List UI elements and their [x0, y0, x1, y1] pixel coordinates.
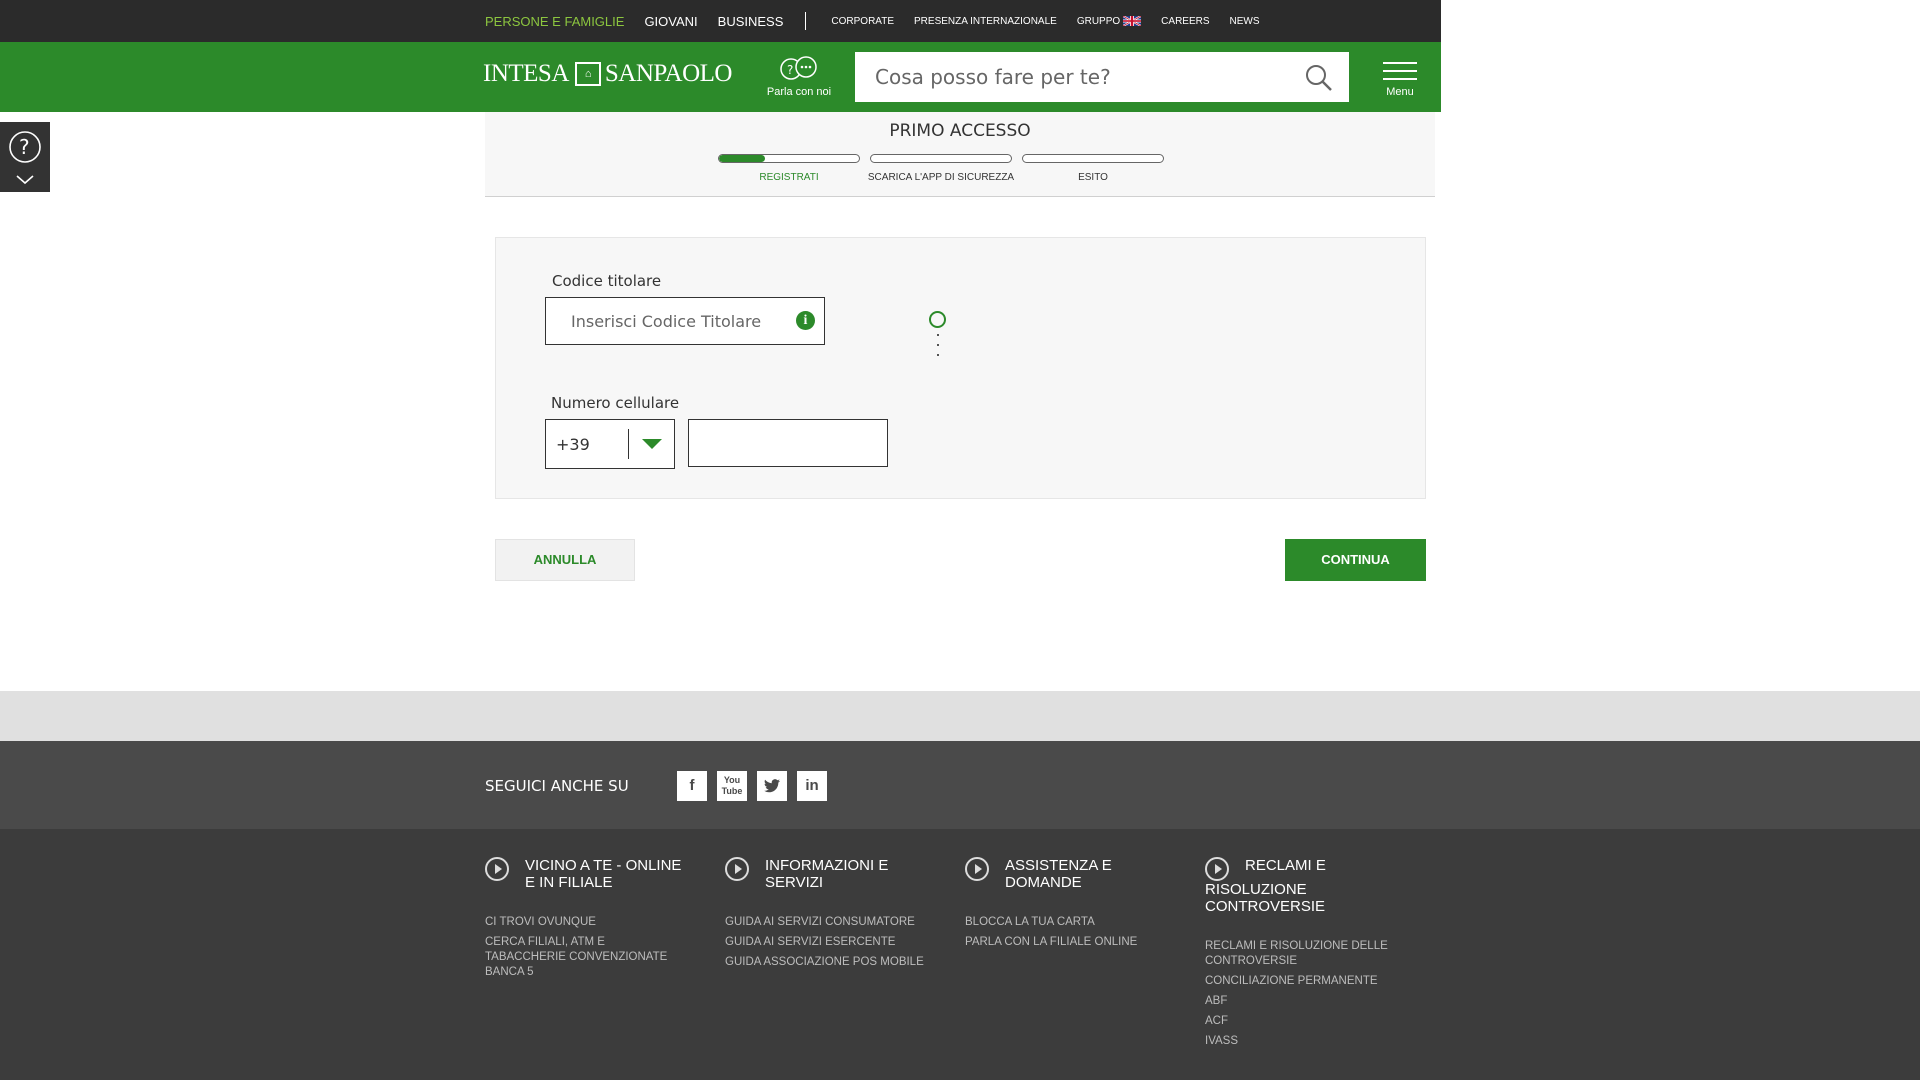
social-bar: SEGUICI ANCHE SU f You Tube in [0, 741, 1920, 829]
footer-link[interactable]: CERCA FILIALI, ATM E TABACCHERIE CONVENZ… [485, 935, 685, 980]
footer-link[interactable]: PARLA CON LA FILIALE ONLINE [965, 935, 1165, 950]
country-prefix-value: +39 [556, 434, 590, 454]
select-divider [628, 429, 629, 459]
follow-us-label: SEGUICI ANCHE SU [485, 777, 629, 795]
footer-link[interactable]: CONCILIAZIONE PERMANENTE [1205, 974, 1405, 989]
step-label-esito: ESITO [1078, 172, 1108, 183]
codice-titolare-input[interactable] [546, 298, 824, 344]
nav-news[interactable]: NEWS [1230, 16, 1260, 27]
circle-arrow-icon [485, 857, 509, 881]
search-icon[interactable] [1305, 64, 1333, 92]
chevron-down-icon [642, 439, 662, 449]
footer-link-list: BLOCCA LA TUA CARTA PARLA CON LA FILIALE… [965, 915, 1165, 950]
menu-label: Menu [1386, 86, 1414, 98]
hamburger-line [1383, 78, 1417, 80]
phone-number-input[interactable] [689, 420, 887, 466]
step-progress-scarica-app [870, 154, 1012, 163]
intesa-sanpaolo-logo[interactable]: INTESA ⌂ SANPAOLO [483, 60, 732, 88]
nav-presenza-internazionale[interactable]: PRESENZA INTERNAZIONALE [914, 16, 1057, 27]
logo-text-right: SANPAOLO [604, 60, 733, 87]
continue-button[interactable]: CONTINUA [1285, 539, 1426, 581]
field-status-dots [937, 334, 939, 364]
footer-col-title: INFORMAZIONI E SERVIZI [765, 857, 889, 891]
footer-col-vicino-a-te: VICINO A TE - ONLINE E IN FILIALE CI TRO… [485, 857, 685, 985]
field-status-ring [929, 311, 946, 328]
page-title: PRIMO ACCESSO [889, 121, 1031, 141]
uk-flag-icon [1123, 15, 1142, 26]
svg-text:?: ? [787, 63, 793, 77]
footer-col-title: ASSISTENZA E DOMANDE [1005, 857, 1112, 891]
circle-arrow-icon [1205, 857, 1229, 881]
nav-persone-e-famiglie[interactable]: PERSONE E FAMIGLIE [485, 14, 624, 29]
footer-link[interactable]: GUIDA AI SERVIZI ESERCENTE [725, 935, 925, 950]
footer-link[interactable]: BLOCCA LA TUA CARTA [965, 915, 1165, 930]
search-input[interactable] [855, 65, 1275, 89]
footer-col-heading[interactable]: INFORMAZIONI E SERVIZI [725, 857, 925, 891]
youtube-icon[interactable]: You Tube [717, 771, 747, 801]
footer-link[interactable]: RECLAMI E RISOLUZIONE DELLE CONTROVERSIE [1205, 939, 1405, 969]
help-widget[interactable]: ? [0, 122, 50, 192]
footer-col-heading[interactable]: VICINO A TE - ONLINE E IN FILIALE [485, 857, 685, 891]
step-label-registrati: REGISTRATI [759, 172, 819, 183]
footer-link-list: RECLAMI E RISOLUZIONE DELLE CONTROVERSIE… [1205, 939, 1405, 1049]
step-label-scarica-app: SCARICA L'APP DI SICUREZZA [867, 172, 1015, 183]
phone-number-field [688, 419, 888, 467]
step-progress-registrati [718, 154, 860, 163]
nav-gruppo-label: GRUPPO [1076, 15, 1121, 27]
registration-form: Codice titolare i Numero cellulare +39 [495, 237, 1426, 499]
footer-col-heading[interactable]: ASSISTENZA E DOMANDE [965, 857, 1165, 891]
info-icon[interactable]: i [796, 311, 815, 330]
search-box [855, 52, 1349, 102]
step-progress-esito [1022, 154, 1164, 163]
nav-separator [805, 12, 807, 30]
codice-titolare-label: Codice titolare [552, 272, 662, 290]
footer-col-heading[interactable]: RECLAMI E RISOLUZIONE CONTROVERSIE [1205, 857, 1405, 915]
top-nav: PERSONE E FAMIGLIE GIOVANI BUSINESS CORP… [485, 0, 1280, 42]
top-navigation-bar: PERSONE E FAMIGLIE GIOVANI BUSINESS CORP… [0, 0, 1441, 42]
logo-mark-icon: ⌂ [574, 62, 601, 86]
talk-to-us-button[interactable]: ? Parla con noi [764, 56, 834, 98]
numero-cellulare-label: Numero cellulare [551, 394, 680, 412]
menu-button[interactable]: Menu [1380, 62, 1420, 98]
footer-link[interactable]: GUIDA AI SERVIZI CONSUMATORE [725, 915, 925, 930]
nav-careers[interactable]: CAREERS [1161, 16, 1209, 27]
cancel-button[interactable]: ANNULLA [495, 539, 635, 581]
nav-business[interactable]: BUSINESS [718, 14, 784, 29]
country-prefix-select[interactable]: +39 [545, 419, 675, 469]
step-progress-fill [719, 155, 766, 162]
footer-link-list: CI TROVI OVUNQUE CERCA FILIALI, ATM E TA… [485, 915, 685, 980]
codice-titolare-field: i [545, 297, 825, 345]
footer-link[interactable]: ABF [1205, 994, 1405, 1009]
footer-col-reclami: RECLAMI E RISOLUZIONE CONTROVERSIE RECLA… [1205, 857, 1405, 1054]
registration-steps: PRIMO ACCESSO REGISTRATI SCARICA L'APP D… [485, 112, 1435, 197]
footer-col-informazioni: INFORMAZIONI E SERVIZI GUIDA AI SERVIZI … [725, 857, 925, 975]
nav-gruppo[interactable]: GRUPPO [1076, 15, 1142, 27]
footer-link-list: GUIDA AI SERVIZI CONSUMATORE GUIDA AI SE… [725, 915, 925, 970]
footer-col-assistenza: ASSISTENZA E DOMANDE BLOCCA LA TUA CARTA… [965, 857, 1165, 955]
footer-link[interactable]: ACF [1205, 1014, 1405, 1029]
footer: VICINO A TE - ONLINE E IN FILIALE CI TRO… [0, 829, 1920, 1080]
hamburger-line [1383, 70, 1417, 72]
nav-corporate[interactable]: CORPORATE [831, 16, 894, 27]
chat-bubbles-icon: ? [780, 56, 817, 80]
footer-link[interactable]: IVASS [1205, 1034, 1405, 1049]
talk-to-us-label: Parla con noi [766, 86, 832, 98]
twitter-icon[interactable] [757, 771, 787, 801]
footer-col-title: VICINO A TE - ONLINE E IN FILIALE [525, 857, 682, 891]
circle-arrow-icon [725, 857, 749, 881]
facebook-icon[interactable]: f [677, 771, 707, 801]
logo-text-left: INTESA [483, 60, 569, 87]
footer-link[interactable]: CI TROVI OVUNQUE [485, 915, 685, 930]
nav-giovani[interactable]: GIOVANI [644, 14, 697, 29]
circle-arrow-icon [965, 857, 989, 881]
linkedin-icon[interactable]: in [797, 771, 827, 801]
footer-link[interactable]: GUIDA ASSOCIAZIONE POS MOBILE [725, 955, 925, 970]
footer-band [0, 691, 1920, 741]
main-header: INTESA ⌂ SANPAOLO ? Parla con noi Menu [0, 42, 1441, 112]
help-question-icon: ? [9, 131, 41, 185]
svg-text:?: ? [19, 135, 30, 159]
hamburger-line [1383, 62, 1417, 64]
